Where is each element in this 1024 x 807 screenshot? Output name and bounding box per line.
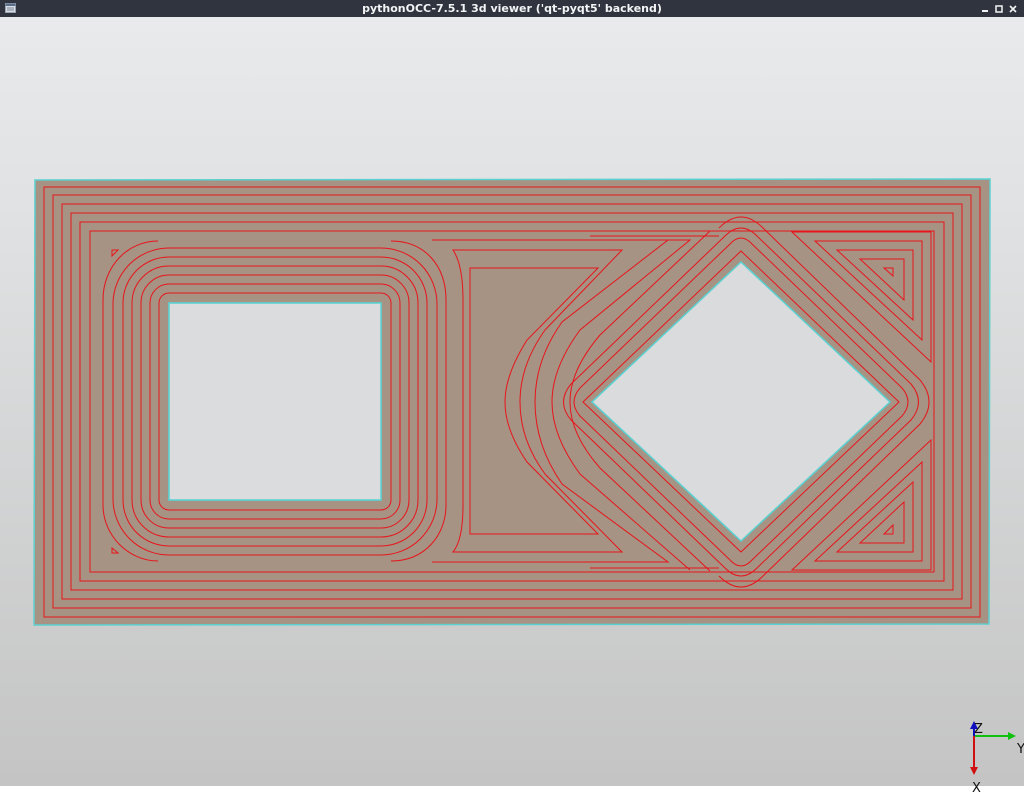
cad-scene[interactable] bbox=[0, 17, 1024, 786]
y-axis-label: Y bbox=[1017, 742, 1024, 757]
axis-triad-graphic bbox=[970, 721, 1016, 775]
minimize-button[interactable] bbox=[978, 0, 992, 17]
close-icon bbox=[1009, 4, 1017, 13]
close-button[interactable] bbox=[1006, 0, 1020, 17]
window-title: pythonOCC-7.5.1 3d viewer ('qt-pyqt5' ba… bbox=[362, 2, 662, 15]
x-axis-label: X bbox=[972, 781, 981, 796]
rectangular-hole bbox=[168, 302, 382, 501]
axis-triad: Z Y X bbox=[950, 717, 1024, 803]
y-axis-arrow-icon bbox=[1008, 732, 1016, 740]
maximize-icon bbox=[995, 4, 1003, 13]
minimize-icon bbox=[982, 9, 988, 12]
3d-viewport[interactable]: Z Y X bbox=[0, 17, 1024, 795]
maximize-button[interactable] bbox=[992, 0, 1006, 17]
x-axis-arrow-icon bbox=[970, 767, 978, 775]
window-titlebar[interactable]: pythonOCC-7.5.1 3d viewer ('qt-pyqt5' ba… bbox=[0, 0, 1024, 17]
z-axis-label: Z bbox=[974, 722, 983, 737]
